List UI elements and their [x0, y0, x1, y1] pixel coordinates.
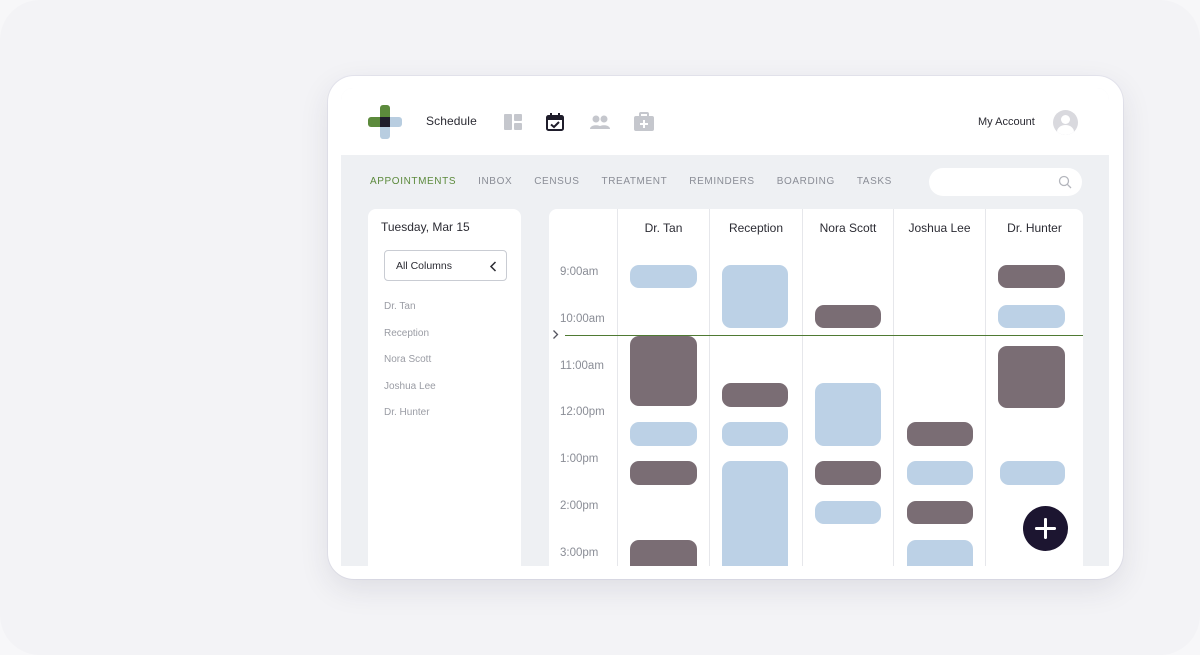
appointment-block[interactable]: [907, 461, 973, 485]
column-divider: [709, 209, 710, 566]
appointment-block[interactable]: [630, 265, 697, 288]
time-label: 10:00am: [560, 313, 605, 325]
tablet-frame: Schedule My Account APPOINTMENTS INBOX C…: [328, 76, 1123, 579]
tab-boarding[interactable]: BOARDING: [777, 176, 835, 190]
column-divider: [802, 209, 803, 566]
appointment-block[interactable]: [998, 346, 1065, 408]
column-header-joshua-lee: Joshua Lee: [908, 221, 971, 235]
appointment-block[interactable]: [815, 501, 881, 524]
appointment-block[interactable]: [722, 383, 788, 407]
column-item-nora-scott[interactable]: Nora Scott: [384, 354, 431, 365]
appointment-block[interactable]: [815, 461, 881, 485]
column-item-dr-hunter[interactable]: Dr. Hunter: [384, 407, 430, 418]
appointment-block[interactable]: [815, 383, 881, 446]
time-label: 1:00pm: [560, 453, 599, 465]
appointment-block[interactable]: [722, 265, 788, 328]
column-divider: [617, 209, 618, 566]
column-header-dr-tan: Dr. Tan: [644, 221, 683, 235]
tab-bar: APPOINTMENTS INBOX CENSUS TREATMENT REMI…: [370, 176, 914, 190]
appointment-block[interactable]: [907, 422, 973, 446]
search-icon: [1058, 175, 1072, 189]
column-header-reception: Reception: [728, 221, 784, 235]
dashboard-icon[interactable]: [503, 112, 523, 132]
people-icon[interactable]: [589, 112, 610, 132]
calendar-check-icon[interactable]: [545, 112, 565, 132]
appointment-block[interactable]: [907, 501, 973, 524]
appointment-block[interactable]: [630, 422, 697, 446]
appointment-block[interactable]: [998, 265, 1065, 288]
columns-select[interactable]: All Columns: [384, 250, 507, 281]
current-time-line: [565, 335, 1083, 336]
logo-icon: [368, 105, 402, 139]
appointment-block[interactable]: [815, 305, 881, 328]
top-bar: Schedule My Account: [341, 88, 1109, 155]
time-label: 3:00pm: [560, 547, 599, 559]
time-label: 12:00pm: [560, 406, 605, 418]
column-divider: [985, 209, 986, 566]
tab-treatment[interactable]: TREATMENT: [602, 176, 668, 190]
column-header-dr-hunter: Dr. Hunter: [1007, 221, 1062, 235]
tab-census[interactable]: CENSUS: [534, 176, 579, 190]
add-appointment-button[interactable]: [1023, 506, 1068, 551]
my-account-link[interactable]: My Account: [978, 116, 1035, 128]
app-screen: Schedule My Account APPOINTMENTS INBOX C…: [341, 88, 1109, 566]
appointment-block[interactable]: [907, 540, 973, 566]
avatar[interactable]: [1053, 110, 1078, 135]
time-label: 9:00am: [560, 266, 599, 278]
schedule-grid: Dr. Tan Reception Nora Scott Joshua Lee …: [549, 209, 1083, 566]
time-label: 2:00pm: [560, 500, 599, 512]
appointment-block[interactable]: [1000, 461, 1065, 485]
appointment-block[interactable]: [722, 461, 788, 566]
appointment-block[interactable]: [630, 336, 697, 406]
columns-select-value: All Columns: [396, 260, 453, 272]
chevron-right-icon: [553, 330, 559, 339]
search-input[interactable]: [929, 168, 1082, 196]
plus-icon: [1035, 518, 1056, 539]
selected-date: Tuesday, Mar 15: [381, 220, 470, 234]
column-item-dr-tan[interactable]: Dr. Tan: [384, 301, 416, 312]
medical-kit-icon[interactable]: [633, 112, 654, 132]
column-filter-panel: Tuesday, Mar 15 All Columns Dr. Tan Rece…: [368, 209, 521, 566]
appointment-block[interactable]: [630, 540, 697, 566]
time-label: 11:00am: [560, 360, 604, 372]
tab-tasks[interactable]: TASKS: [857, 176, 892, 190]
tab-reminders[interactable]: REMINDERS: [689, 176, 754, 190]
column-divider: [893, 209, 894, 566]
chevron-left-icon: [489, 261, 497, 272]
tab-appointments[interactable]: APPOINTMENTS: [370, 176, 456, 190]
tab-inbox[interactable]: INBOX: [478, 176, 512, 190]
appointment-block[interactable]: [998, 305, 1065, 328]
appointment-block[interactable]: [630, 461, 697, 485]
column-item-joshua-lee[interactable]: Joshua Lee: [384, 381, 436, 392]
appointment-block[interactable]: [722, 422, 788, 446]
column-item-reception[interactable]: Reception: [384, 328, 429, 339]
nav-schedule-link[interactable]: Schedule: [426, 114, 477, 128]
column-header-nora-scott: Nora Scott: [819, 221, 877, 235]
